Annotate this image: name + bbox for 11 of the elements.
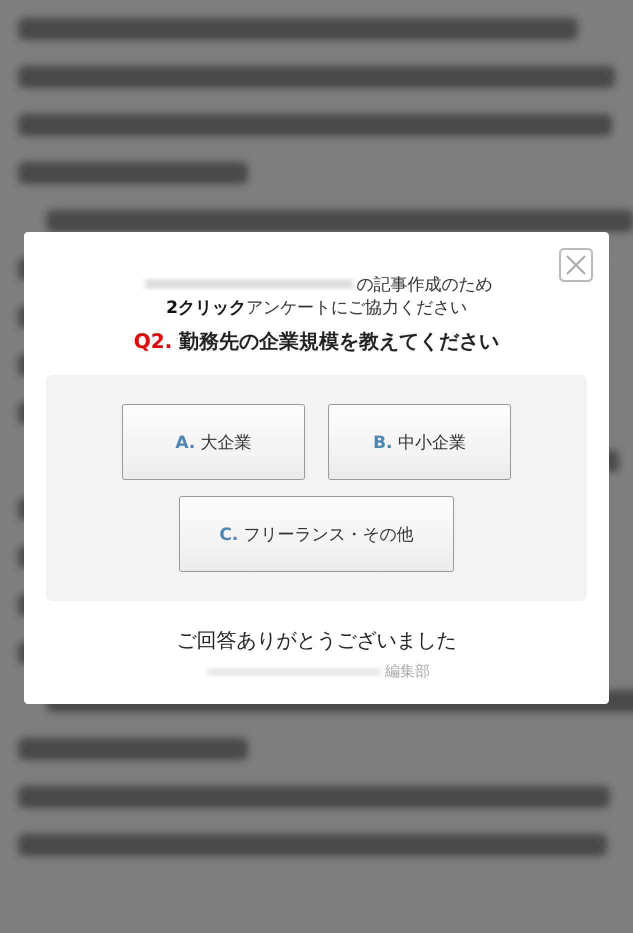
request-text: 2クリックアンケートにご協力ください: [166, 297, 467, 320]
close-icon: [565, 254, 587, 276]
signature-text: 編集部: [385, 662, 430, 681]
answer-button[interactable]: C. フリーランス・その他: [179, 496, 454, 572]
close-button[interactable]: [559, 248, 593, 282]
question-number: Q2.: [134, 329, 172, 353]
intro-text: の記事作成のため: [356, 274, 492, 296]
thanks-text: ご回答ありがとうございました: [176, 627, 456, 654]
answer-button[interactable]: A. 大企業: [122, 404, 305, 480]
answer-button[interactable]: B. 中小企業: [328, 404, 511, 480]
question-text: 勤務先の企業規模を教えてください: [179, 329, 500, 353]
